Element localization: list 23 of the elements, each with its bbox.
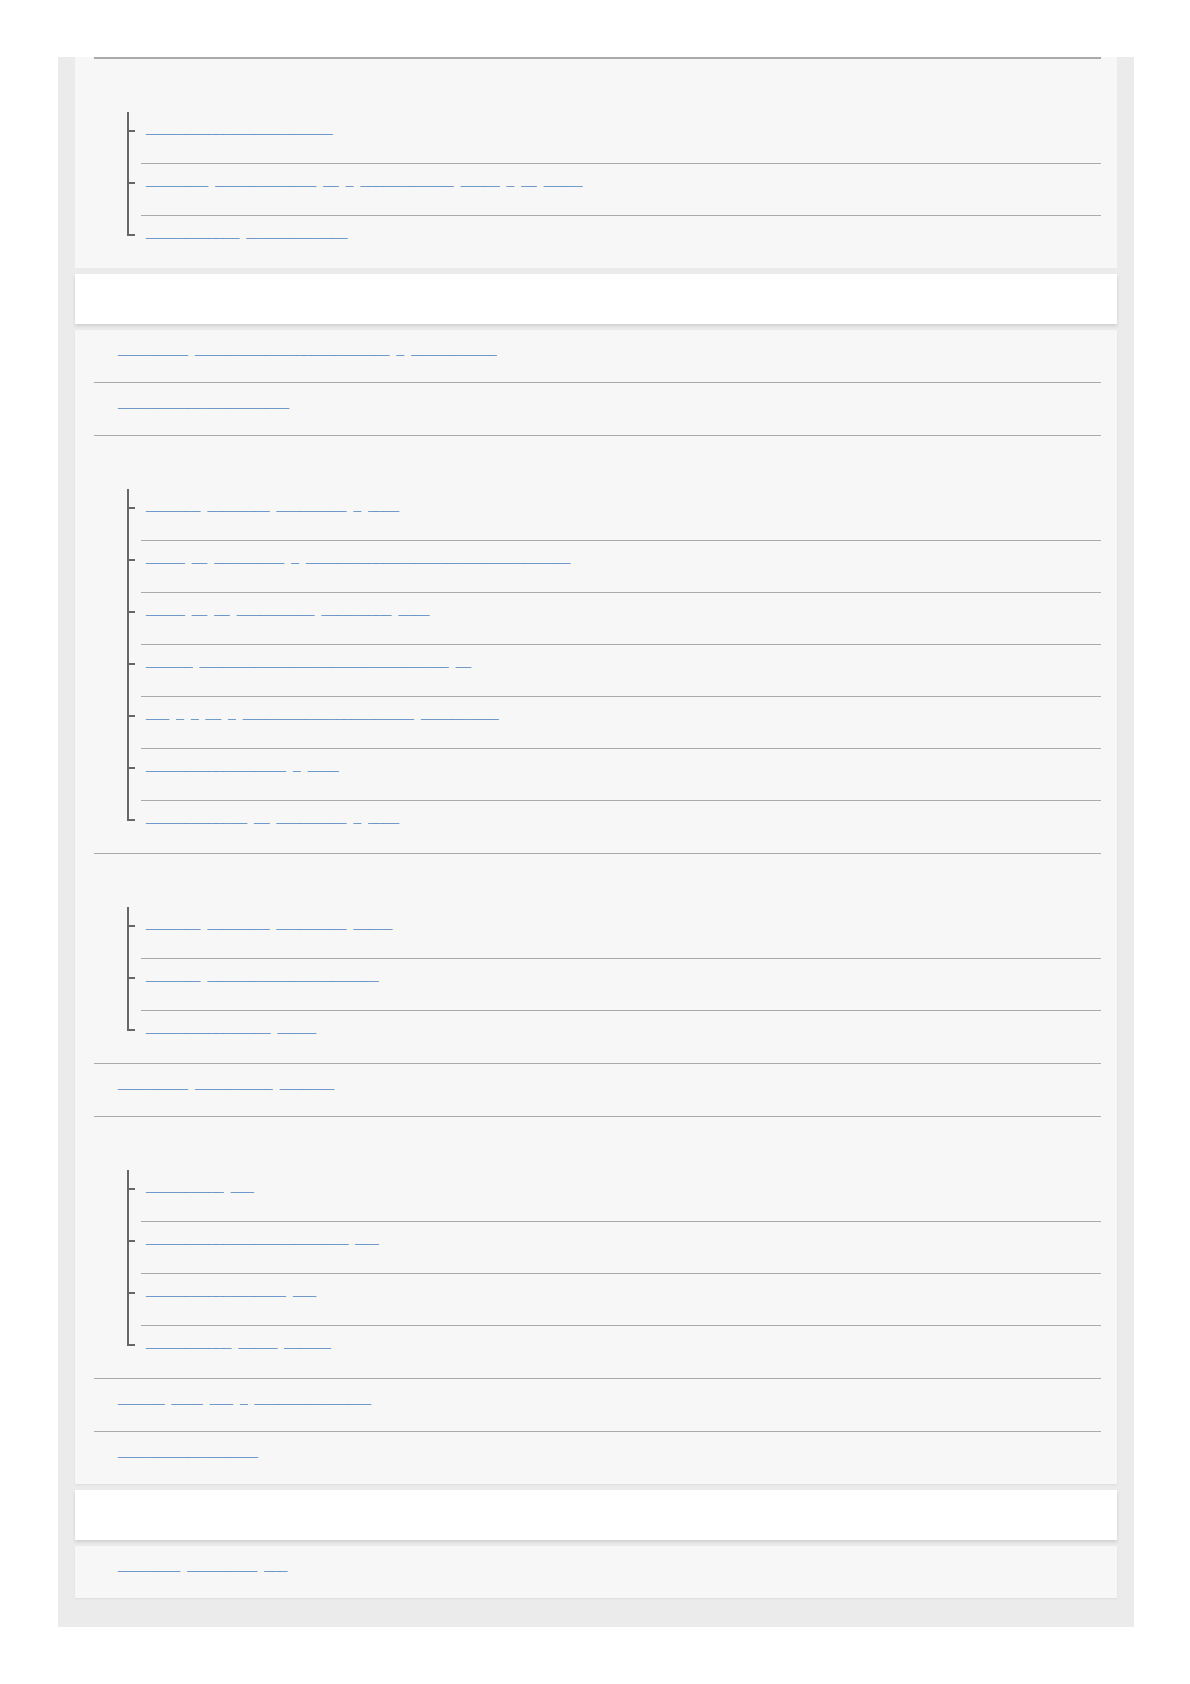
link[interactable]: _______ ________ _________ _____ [146,914,393,932]
link[interactable]: _______ ________ _________ _ ____ [146,496,400,514]
link[interactable]: __________ ___ [146,1177,255,1195]
link[interactable]: __________________________ ___ [146,1229,379,1247]
link[interactable]: ________ _________ ___ [118,1556,288,1574]
link[interactable]: ________________________ [146,119,333,137]
link[interactable]: _____ __ __ __________ _________ ____ [146,600,430,618]
link[interactable]: _______ ______________________ [146,966,379,984]
link[interactable]: ______ ________________________________ __ [146,652,472,670]
link[interactable]: _________ __________ _______ [118,1074,335,1092]
link[interactable]: __________________ ___ [146,1281,317,1299]
link[interactable]: __________________ [118,1442,259,1460]
link[interactable]: ______ ____ ___ _ _______________ [118,1389,372,1407]
link[interactable]: ________ _____________ __ _ ____________ _____ _ __ _____ [146,171,583,189]
link[interactable]: ________________ _____ [146,1018,317,1036]
link[interactable]: ___________ _____ ______ [146,1333,332,1351]
link[interactable]: _________ _________________________ _ ___________ [118,340,497,358]
link[interactable]: ___ _ _ __ _ ______________________ __________ [146,704,499,722]
link[interactable]: _____ __ _________ _ __________________________________ [146,548,571,566]
link[interactable]: ____________ _____________ [146,223,348,241]
link[interactable]: __________________ _ ____ [146,756,339,774]
link[interactable]: _____________ __ _________ _ ____ [146,808,400,826]
link[interactable]: ______________________ [118,393,290,411]
